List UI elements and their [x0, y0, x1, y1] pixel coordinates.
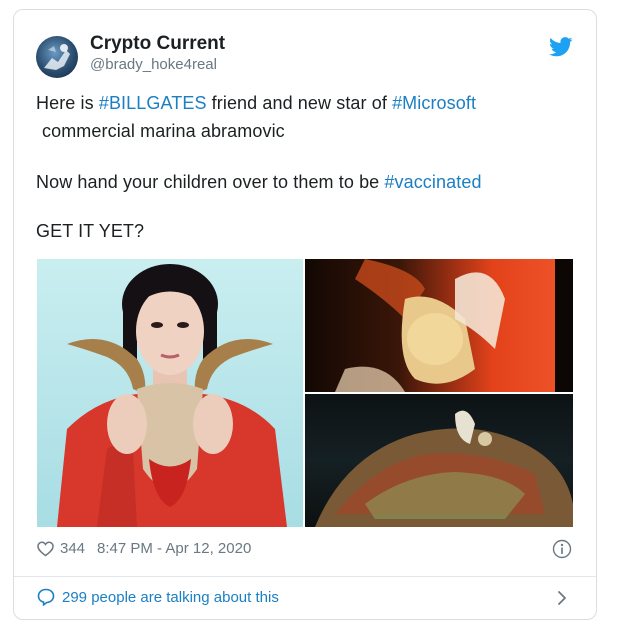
speech-bubble-icon	[37, 588, 55, 606]
avatar[interactable]	[36, 36, 78, 78]
tweet-text-line-3: Now hand your children over to them to b…	[36, 172, 482, 193]
media-image-top-right[interactable]	[305, 259, 573, 392]
hashtag-billgates[interactable]: #BILLGATES	[99, 93, 207, 113]
hashtag-microsoft[interactable]: #Microsoft	[392, 93, 476, 113]
tweet-text-line-1: Here is #BILLGATES friend and new star o…	[36, 93, 476, 114]
like-count[interactable]: 344	[60, 540, 85, 557]
hashtag-vaccinated[interactable]: #vaccinated	[384, 172, 481, 192]
tweet-timestamp[interactable]: 8:47 PM - Apr 12, 2020	[97, 540, 251, 557]
conversation-link[interactable]: 299 people are talking about this	[37, 588, 279, 606]
user-handle[interactable]: @brady_hoke4real	[90, 56, 217, 73]
tweet-text: friend and new star of	[206, 93, 393, 113]
heart-icon[interactable]	[37, 541, 54, 557]
media-image-bottom-right[interactable]	[305, 394, 573, 527]
tweet-text: Now hand your children over to them to b…	[36, 172, 385, 192]
media-image-portrait[interactable]	[37, 259, 303, 527]
user-display-name[interactable]: Crypto Current	[90, 33, 225, 55]
divider	[14, 576, 596, 577]
tweet-text-line-2: commercial marina abramovic	[42, 121, 285, 141]
twitter-bird-icon[interactable]	[549, 37, 573, 57]
chevron-right-icon[interactable]	[556, 590, 568, 606]
talking-count-text[interactable]: 299 people are talking about this	[62, 589, 279, 606]
tweet-text: Here is	[36, 93, 99, 113]
info-icon[interactable]	[552, 539, 572, 559]
tweet-meta: 344 8:47 PM - Apr 12, 2020	[37, 540, 251, 557]
tweet-text-line-4: GET IT YET?	[36, 221, 145, 241]
